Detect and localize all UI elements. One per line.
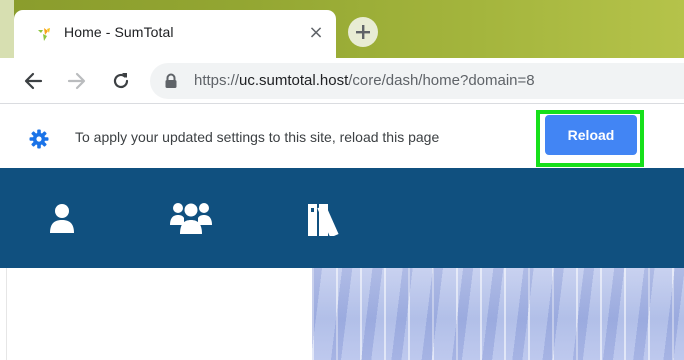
left-panel bbox=[6, 268, 312, 360]
arrow-left-icon bbox=[24, 72, 43, 90]
url-text: https://uc.sumtotal.host/core/dash/home?… bbox=[194, 72, 535, 89]
url-scheme: https:// bbox=[194, 72, 240, 89]
site-header bbox=[0, 168, 684, 268]
refresh-icon bbox=[113, 73, 129, 89]
library-icon[interactable] bbox=[308, 202, 354, 240]
tab-title: Home - SumTotal bbox=[64, 24, 174, 40]
url-host: uc.sumtotal.host bbox=[239, 72, 349, 89]
forward-button[interactable] bbox=[66, 70, 88, 92]
tab-close-button[interactable]: × bbox=[306, 23, 326, 43]
browser-tab-home[interactable]: Home - SumTotal × bbox=[14, 10, 336, 58]
tab-strip: Home - SumTotal × bbox=[0, 0, 684, 58]
person-icon[interactable] bbox=[48, 202, 76, 238]
hero-image-texture bbox=[312, 268, 684, 360]
reload-page-button[interactable]: Reload bbox=[545, 115, 637, 155]
hero-image bbox=[312, 268, 684, 360]
back-button[interactable] bbox=[22, 70, 44, 92]
browser-toolbar: https://uc.sumtotal.host/core/dash/home?… bbox=[0, 58, 684, 104]
tab-strip-edge bbox=[0, 0, 14, 58]
page-content bbox=[0, 268, 684, 360]
arrow-right-icon bbox=[67, 72, 86, 90]
infobar-message: To apply your updated settings to this s… bbox=[75, 129, 440, 145]
url-path: /core/dash/home?domain=8 bbox=[348, 72, 535, 89]
address-bar[interactable]: https://uc.sumtotal.host/core/dash/home?… bbox=[150, 63, 684, 99]
group-icon[interactable] bbox=[170, 200, 212, 238]
gear-icon bbox=[28, 128, 50, 150]
sumtotal-logo-icon bbox=[35, 25, 53, 43]
plus-icon bbox=[356, 25, 370, 39]
reload-button[interactable] bbox=[110, 70, 132, 92]
lock-icon[interactable] bbox=[164, 73, 178, 89]
new-tab-button[interactable] bbox=[348, 17, 378, 47]
